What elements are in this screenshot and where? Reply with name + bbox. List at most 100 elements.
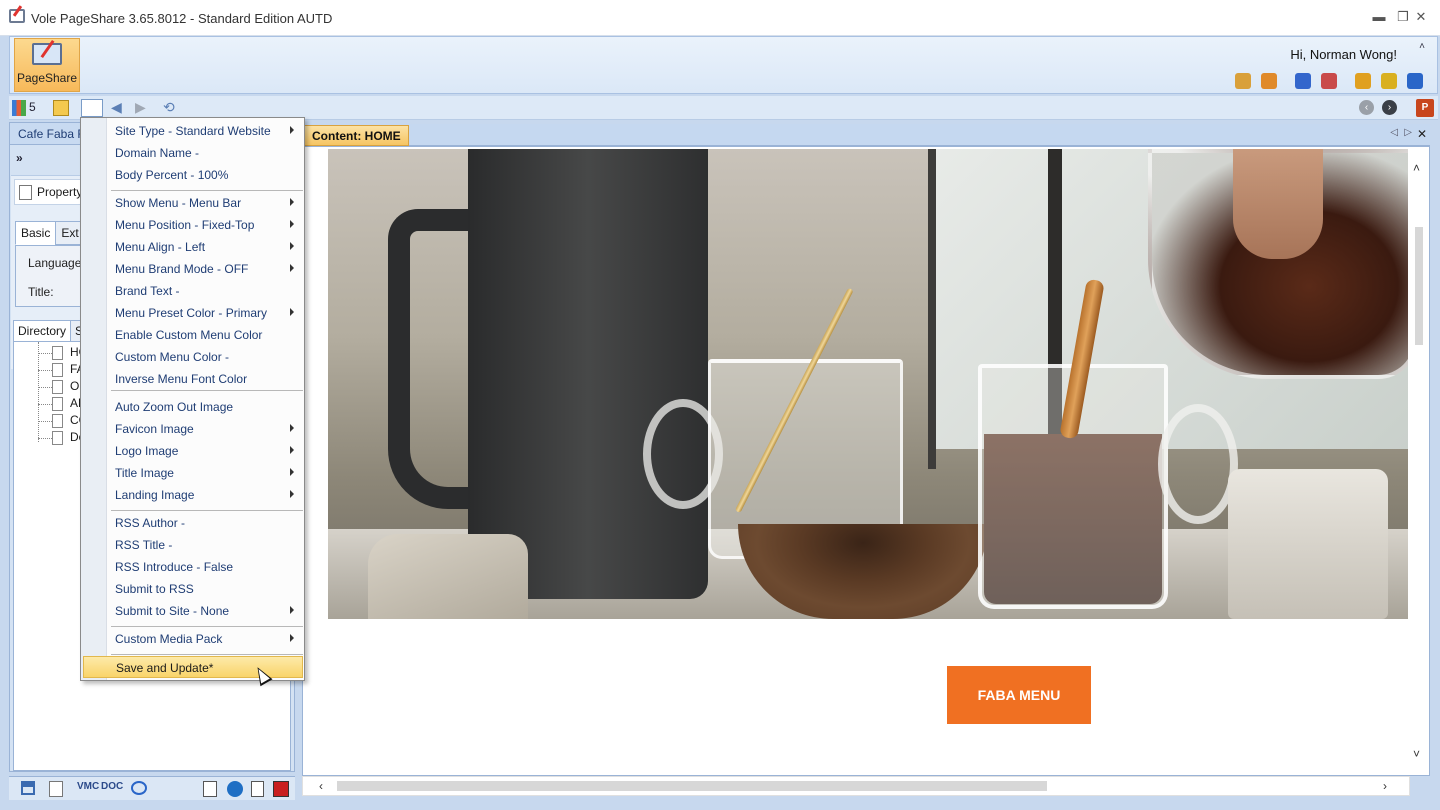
menu-item-show-menu-menu-bar[interactable]: Show Menu - Menu Bar [107,192,304,214]
palette-icon[interactable] [1235,73,1251,89]
directory-tabs: Directory S [13,320,89,342]
globe-icon[interactable] [227,781,243,797]
expand-icon[interactable]: » [16,151,23,165]
menu-item-submit-to-rss[interactable]: Submit to RSS [107,578,304,600]
app-icon [9,9,25,23]
menu-item-menu-preset-color-primary[interactable]: Menu Preset Color - Primary [107,302,304,324]
menu-item-label: Domain Name - [115,146,200,160]
vertical-scrollbar[interactable]: ˄ ˅ [1409,147,1429,775]
menu-item-menu-brand-mode-off[interactable]: Menu Brand Mode - OFF [107,258,304,280]
menu-item-rss-author[interactable]: RSS Author - [107,512,304,534]
menu-item-logo-image[interactable]: Logo Image [107,440,304,462]
menu-separator [111,390,303,391]
title-bar: Vole PageShare 3.65.8012 - Standard Edit… [0,0,1440,36]
collapse-ribbon-icon[interactable]: ˄ [1419,41,1425,52]
menu-item-site-type-standard-website[interactable]: Site Type - Standard Website [107,120,304,142]
menu-item-enable-custom-menu-color[interactable]: Enable Custom Menu Color [107,324,304,346]
menu-item-favicon-image[interactable]: Favicon Image [107,418,304,440]
menu-item-auto-zoom-out-image[interactable]: Auto Zoom Out Image [107,396,304,418]
page-icon [52,414,63,428]
doc-icon[interactable]: DOC [101,781,123,792]
maximize-button[interactable]: ❐ [1394,8,1412,26]
nav-prev-icon[interactable]: ‹ [1359,100,1374,115]
new-page-icon[interactable] [251,781,264,797]
badge-icon[interactable] [1321,73,1337,89]
property-subtabs: Basic Ext [15,221,85,245]
save-icon[interactable] [53,100,69,116]
title-label: Title: [28,285,54,299]
menu-item-title-image[interactable]: Title Image [107,462,304,484]
menu-item-rss-title[interactable]: RSS Title - [107,534,304,556]
scroll-right-icon[interactable]: › [1383,779,1387,793]
vertical-scroll-thumb[interactable] [1415,227,1423,345]
monitor-icon [32,43,62,65]
chart-icon[interactable] [12,100,26,116]
horizontal-scrollbar[interactable]: ‹ › [302,776,1410,796]
text-tool-icon[interactable] [273,781,289,797]
shield-icon[interactable] [1295,73,1311,89]
menu-item-label: Enable Custom Menu Color [115,328,263,342]
word-icon[interactable] [203,781,217,797]
menu-item-label: Menu Preset Color - Primary [115,306,268,320]
tab-directory[interactable]: Directory [13,320,72,342]
home-icon[interactable] [21,781,35,795]
tab-prev-icon[interactable]: ◁ [1390,127,1398,138]
menu-item-label: Save and Update* [116,661,214,675]
language-label: Language [28,256,82,270]
page-icon [52,346,63,360]
forward-arrow-icon[interactable]: ▶ [135,99,146,116]
tab-content-home[interactable]: Content: HOME [304,125,409,146]
close-tab-icon[interactable]: ✕ [1417,127,1427,141]
menu-item-label: Inverse Menu Font Color [115,372,248,386]
menu-item-rss-introduce-false[interactable]: RSS Introduce - False [107,556,304,578]
menu-gutter [81,118,107,680]
scroll-left-icon[interactable]: ‹ [319,779,323,793]
pageshare-button[interactable]: PageShare [14,38,80,92]
info-icon[interactable] [1407,73,1423,89]
pageshare-label: PageShare [16,71,78,85]
submenu-arrow-icon [290,606,294,614]
menu-item-custom-menu-color[interactable]: Custom Menu Color - [107,346,304,368]
submenu-arrow-icon [290,490,294,498]
menu-item-label: Title Image [115,466,174,480]
horizontal-scroll-thumb[interactable] [337,781,1047,791]
menu-item-label: Brand Text - [115,284,180,298]
menu-item-inverse-menu-font-color[interactable]: Inverse Menu Font Color [107,368,304,390]
layers-icon[interactable] [81,99,103,117]
submenu-arrow-icon [290,242,294,250]
document-tab-strip: Content: HOME ◁ ▷ ✕ [302,124,1430,146]
rocket-icon[interactable] [1261,73,1277,89]
menu-item-domain-name[interactable]: Domain Name - [107,142,304,164]
tools-icon[interactable] [1355,73,1371,89]
nav-next-icon[interactable]: › [1382,100,1397,115]
menu-item-label: RSS Introduce - False [115,560,234,574]
close-window-button[interactable]: ✕ [1412,8,1430,26]
menu-item-label: Body Percent - 100% [115,168,229,182]
menu-item-submit-to-site-none[interactable]: Submit to Site - None [107,600,304,622]
timer-icon[interactable] [1381,73,1397,89]
back-arrow-icon[interactable]: ◀ [111,99,122,116]
menu-item-custom-media-pack[interactable]: Custom Media Pack [107,628,304,650]
page-icon [52,380,63,394]
tab-next-icon[interactable]: ▷ [1404,127,1412,138]
refresh-icon[interactable]: ⟲ [163,99,175,116]
faba-menu-button[interactable]: FABA MENU [947,666,1091,724]
preview-icon[interactable] [131,781,147,795]
menu-item-label: Submit to RSS [115,582,194,596]
tab-basic[interactable]: Basic [15,221,57,245]
menu-item-menu-align-left[interactable]: Menu Align - Left [107,236,304,258]
powerpoint-icon[interactable]: P [1416,99,1434,117]
menu-item-brand-text[interactable]: Brand Text - [107,280,304,302]
hero-image [328,149,1408,619]
scroll-down-icon[interactable]: ˅ [1413,747,1420,761]
menu-item-landing-image[interactable]: Landing Image [107,484,304,506]
scroll-up-icon[interactable]: ˄ [1413,161,1420,175]
submenu-arrow-icon [290,198,294,206]
menu-item-body-percent-100[interactable]: Body Percent - 100% [107,164,304,186]
menu-item-menu-position-fixed-top[interactable]: Menu Position - Fixed-Top [107,214,304,236]
vmc-icon[interactable]: VMC [77,781,99,792]
window-title: Vole PageShare 3.65.8012 - Standard Edit… [31,11,333,26]
menu-item-label: RSS Author - [115,516,186,530]
minimize-button[interactable]: ▬ [1370,8,1388,26]
zip-icon[interactable] [49,781,63,797]
